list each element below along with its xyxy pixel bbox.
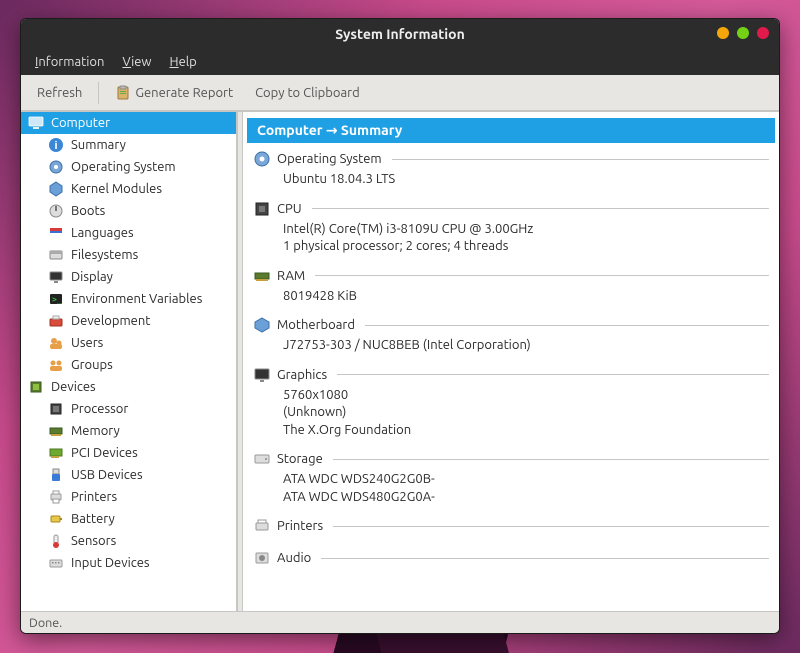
maximize-button[interactable] [737, 27, 749, 39]
sidebar-item-summary[interactable]: iSummary [21, 134, 236, 156]
module-icon [253, 316, 271, 334]
sidebar-item-pci[interactable]: PCI Devices [21, 442, 236, 464]
power-icon [47, 202, 65, 220]
section-graphics-title: Graphics [277, 368, 327, 382]
sidebar-item-display[interactable]: Display [21, 266, 236, 288]
computer-icon [27, 114, 45, 132]
section-storage-title: Storage [277, 452, 323, 466]
gear-icon [47, 158, 65, 176]
toolbar: Refresh Generate Report Copy to Clipboar… [21, 75, 779, 111]
menu-information[interactable]: Information [27, 52, 112, 72]
info-icon: i [47, 136, 65, 154]
groups-icon [47, 356, 65, 374]
svg-text:>_: >_ [52, 295, 62, 304]
section-graphics: Graphics 5760x1080(Unknown)The X.Org Fou… [253, 365, 769, 440]
sidebar-item-usb[interactable]: USB Devices [21, 464, 236, 486]
printer-icon [47, 488, 65, 506]
speaker-icon [253, 549, 271, 567]
drive-icon [253, 450, 271, 468]
section-audio-title: Audio [277, 551, 311, 565]
menu-view-label: iew [131, 55, 151, 69]
thermometer-icon [47, 532, 65, 550]
display-icon [253, 366, 271, 384]
sidebar-item-users[interactable]: Users [21, 332, 236, 354]
display-icon [47, 268, 65, 286]
clipboard-icon [115, 85, 131, 101]
svg-text:i: i [54, 140, 57, 152]
flag-icon [47, 224, 65, 242]
drive-icon [47, 246, 65, 264]
section-storage: Storage ATA WDC WDS240G2G0B-ATA WDC WDS4… [253, 449, 769, 506]
main-panel[interactable]: Computer → Summary Operating System Ubun… [243, 112, 779, 611]
cpu-icon [47, 400, 65, 418]
keyboard-icon [47, 554, 65, 572]
titlebar: System Information [21, 19, 779, 49]
ram-icon [253, 267, 271, 285]
ram-icon [47, 422, 65, 440]
sidebar-item-printers[interactable]: Printers [21, 486, 236, 508]
menu-help-label: elp [179, 55, 197, 69]
sidebar[interactable]: Computer iSummary Operating System Kerne… [21, 112, 237, 611]
users-icon [47, 334, 65, 352]
sidebar-item-os[interactable]: Operating System [21, 156, 236, 178]
sidebar-cat-computer[interactable]: Computer [21, 112, 236, 134]
section-ram-title: RAM [277, 269, 305, 283]
section-mobo: Motherboard J72753-303 / NUC8BEB (Intel … [253, 315, 769, 355]
sidebar-item-input[interactable]: Input Devices [21, 552, 236, 574]
sidebar-cat-devices[interactable]: Devices [21, 376, 236, 398]
generate-report-button[interactable]: Generate Report [107, 80, 241, 106]
sidebar-item-processor[interactable]: Processor [21, 398, 236, 420]
sidebar-item-env[interactable]: >_Environment Variables [21, 288, 236, 310]
copy-clipboard-button[interactable]: Copy to Clipboard [247, 81, 368, 105]
sidebar-cat-computer-label: Computer [51, 116, 110, 130]
section-cpu: CPU Intel(R) Core(TM) i3-8109U CPU @ 3.0… [253, 199, 769, 256]
menubar: Information View Help [21, 49, 779, 75]
gear-icon [253, 150, 271, 168]
sidebar-item-boots[interactable]: Boots [21, 200, 236, 222]
section-audio: Audio [253, 548, 769, 568]
breadcrumb: Computer → Summary [247, 118, 775, 143]
toolbox-icon [47, 312, 65, 330]
section-printers-title: Printers [277, 519, 323, 533]
window-title: System Information [335, 26, 465, 42]
status-text: Done. [29, 616, 62, 630]
section-printers: Printers [253, 516, 769, 538]
section-cpu-title: CPU [277, 202, 302, 216]
sidebar-item-filesystems[interactable]: Filesystems [21, 244, 236, 266]
sidebar-item-kernel[interactable]: Kernel Modules [21, 178, 236, 200]
app-window: System Information Information View Help… [20, 18, 780, 634]
sidebar-item-sensors[interactable]: Sensors [21, 530, 236, 552]
section-mobo-title: Motherboard [277, 318, 355, 332]
pci-icon [47, 444, 65, 462]
menu-information-label: nformation [38, 55, 104, 69]
sidebar-item-dev[interactable]: Development [21, 310, 236, 332]
statusbar: Done. [21, 611, 779, 633]
chip-icon [27, 378, 45, 396]
sidebar-item-groups[interactable]: Groups [21, 354, 236, 376]
menu-help[interactable]: Help [162, 52, 205, 72]
window-controls [717, 27, 769, 39]
content-area: Computer iSummary Operating System Kerne… [21, 111, 779, 611]
cpu-icon [253, 200, 271, 218]
close-button[interactable] [757, 27, 769, 39]
sidebar-item-memory[interactable]: Memory [21, 420, 236, 442]
battery-icon [47, 510, 65, 528]
module-icon [47, 180, 65, 198]
section-ram: RAM 8019428 KiB [253, 266, 769, 306]
minimize-button[interactable] [717, 27, 729, 39]
refresh-button[interactable]: Refresh [29, 81, 90, 105]
section-os: Operating System Ubuntu 18.04.3 LTS [253, 149, 769, 189]
printer-icon [253, 517, 271, 535]
menu-view[interactable]: View [114, 52, 159, 72]
section-os-title: Operating System [277, 152, 382, 166]
toolbar-separator [98, 82, 99, 104]
terminal-icon: >_ [47, 290, 65, 308]
sidebar-cat-devices-label: Devices [51, 380, 96, 394]
sidebar-item-battery[interactable]: Battery [21, 508, 236, 530]
sidebar-item-languages[interactable]: Languages [21, 222, 236, 244]
usb-icon [47, 466, 65, 484]
